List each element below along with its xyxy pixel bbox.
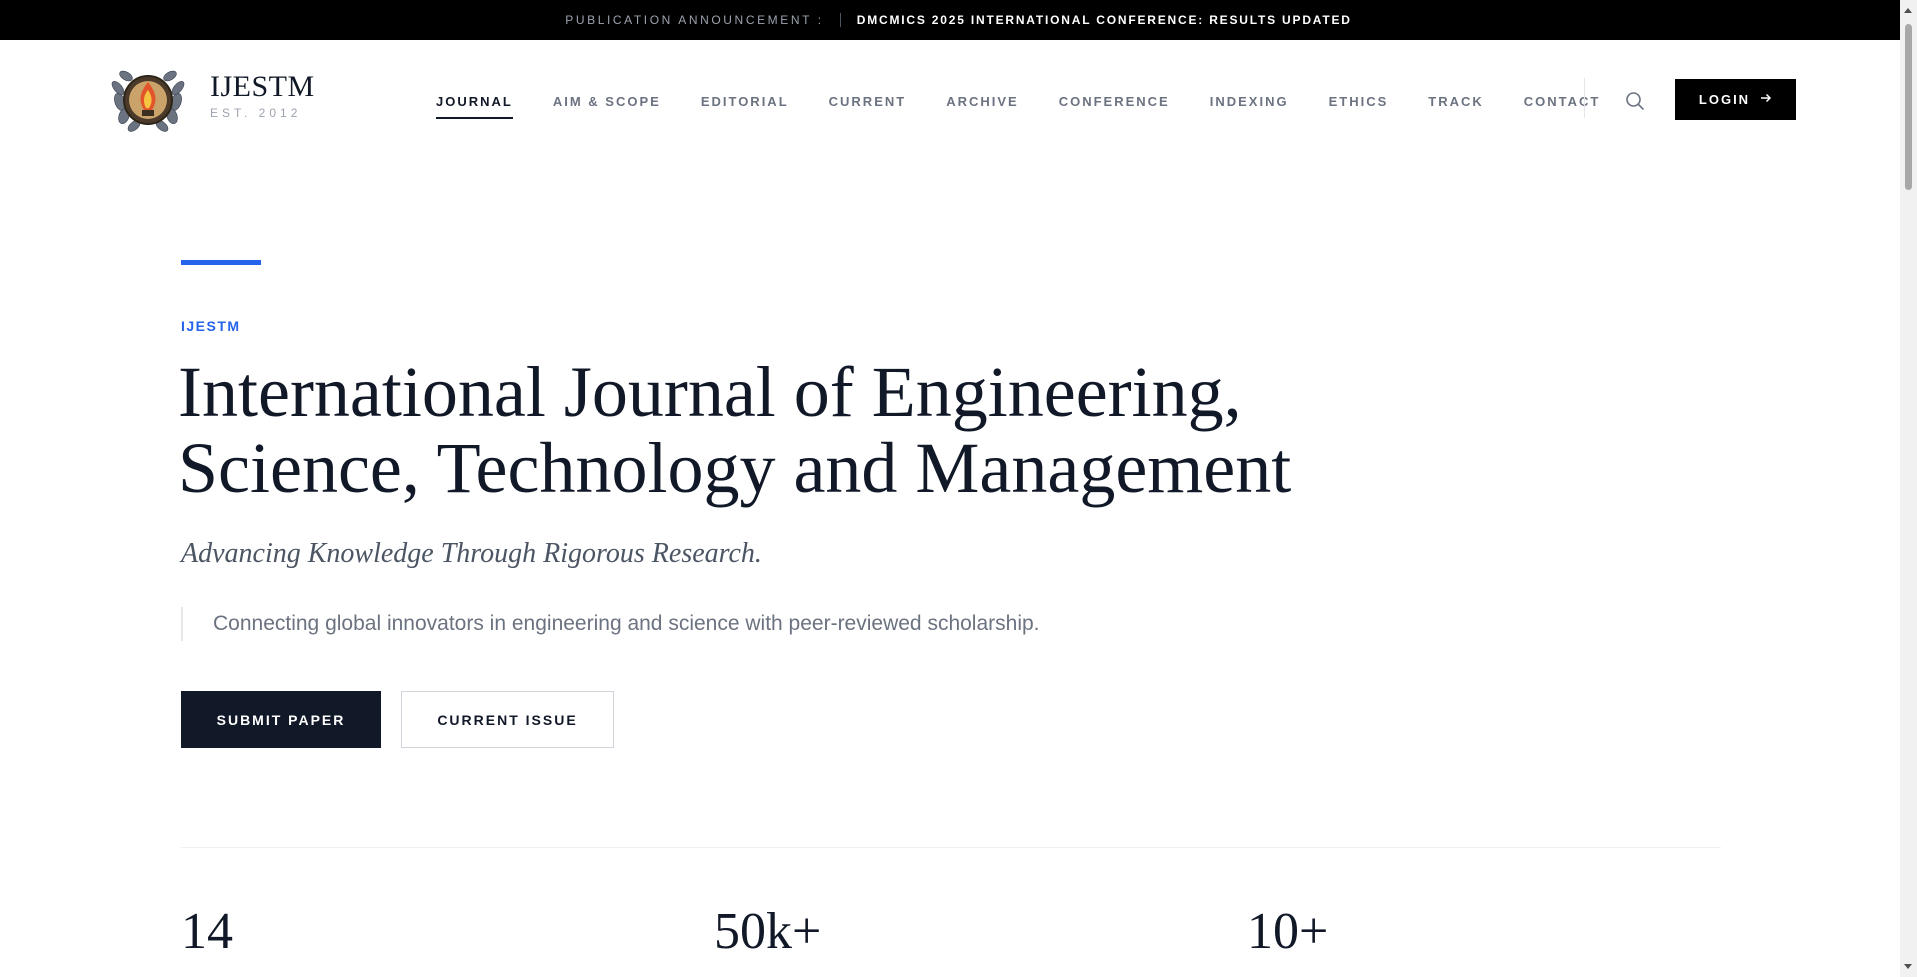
brand[interactable]: IJESTM EST. 2012 bbox=[210, 70, 315, 120]
scroll-thumb[interactable] bbox=[1905, 24, 1912, 190]
nav-item-ethics[interactable]: ETHICS bbox=[1329, 94, 1389, 119]
hero-quote: Connecting global innovators in engineer… bbox=[181, 607, 1040, 641]
nav-item-journal[interactable]: JOURNAL bbox=[436, 94, 513, 119]
login-button[interactable]: LOGIN bbox=[1675, 79, 1796, 120]
arrow-right-icon bbox=[1760, 92, 1772, 107]
scroll-down-arrow-icon[interactable] bbox=[1904, 964, 1912, 969]
stat-value: 50k+ bbox=[714, 903, 822, 960]
site-header: IJESTM EST. 2012 JOURNAL AIM & SCOPE EDI… bbox=[0, 40, 1900, 160]
stat-3: 10+ bbox=[1247, 902, 1328, 966]
announcement-label: PUBLICATION ANNOUNCEMENT : bbox=[565, 13, 824, 27]
page-scrollbar[interactable] bbox=[1900, 0, 1917, 977]
search-icon[interactable] bbox=[1624, 90, 1646, 112]
announcement-bar: PUBLICATION ANNOUNCEMENT : DMCMICS 2025 … bbox=[0, 0, 1917, 40]
hero-title-line-1: International Journal of Engineering, bbox=[178, 352, 1242, 432]
stat-value: 14 bbox=[181, 903, 233, 960]
stat-1: 14 bbox=[181, 902, 233, 966]
nav-item-archive[interactable]: ARCHIVE bbox=[946, 94, 1019, 119]
logo-emblem-icon[interactable] bbox=[106, 62, 190, 136]
announcement-divider bbox=[839, 13, 841, 27]
submit-paper-button[interactable]: SUBMIT PAPER bbox=[181, 691, 381, 748]
nav-item-current[interactable]: CURRENT bbox=[829, 94, 907, 119]
hero-eyebrow: IJESTM bbox=[181, 318, 241, 334]
nav-item-indexing[interactable]: INDEXING bbox=[1210, 94, 1289, 119]
nav-item-conference[interactable]: CONFERENCE bbox=[1059, 94, 1170, 119]
main-nav: JOURNAL AIM & SCOPE EDITORIAL CURRENT AR… bbox=[436, 94, 1640, 119]
nav-item-editorial[interactable]: EDITORIAL bbox=[701, 94, 789, 119]
nav-item-track[interactable]: TRACK bbox=[1428, 94, 1484, 119]
hero-title-line-2: Science, Technology and Management bbox=[178, 428, 1292, 508]
nav-item-contact[interactable]: CONTACT bbox=[1524, 94, 1601, 119]
stat-2: 50k+ bbox=[714, 902, 821, 966]
accent-line bbox=[181, 260, 261, 265]
hero-title: International Journal of Engineering, Sc… bbox=[178, 354, 1478, 506]
announcement-message[interactable]: DMCMICS 2025 INTERNATIONAL CONFERENCE: R… bbox=[857, 13, 1352, 27]
brand-established: EST. 2012 bbox=[210, 106, 302, 120]
stat-value: 10+ bbox=[1247, 903, 1329, 960]
current-issue-button[interactable]: CURRENT ISSUE bbox=[401, 691, 614, 748]
login-label: LOGIN bbox=[1698, 92, 1751, 107]
nav-item-aim-scope[interactable]: AIM & SCOPE bbox=[553, 94, 661, 119]
section-divider bbox=[181, 847, 1721, 848]
nav-divider bbox=[1584, 78, 1585, 118]
hero-subtitle: Advancing Knowledge Through Rigorous Res… bbox=[181, 538, 762, 569]
scroll-up-arrow-icon[interactable] bbox=[1904, 8, 1912, 13]
brand-name: IJESTM bbox=[210, 70, 315, 103]
